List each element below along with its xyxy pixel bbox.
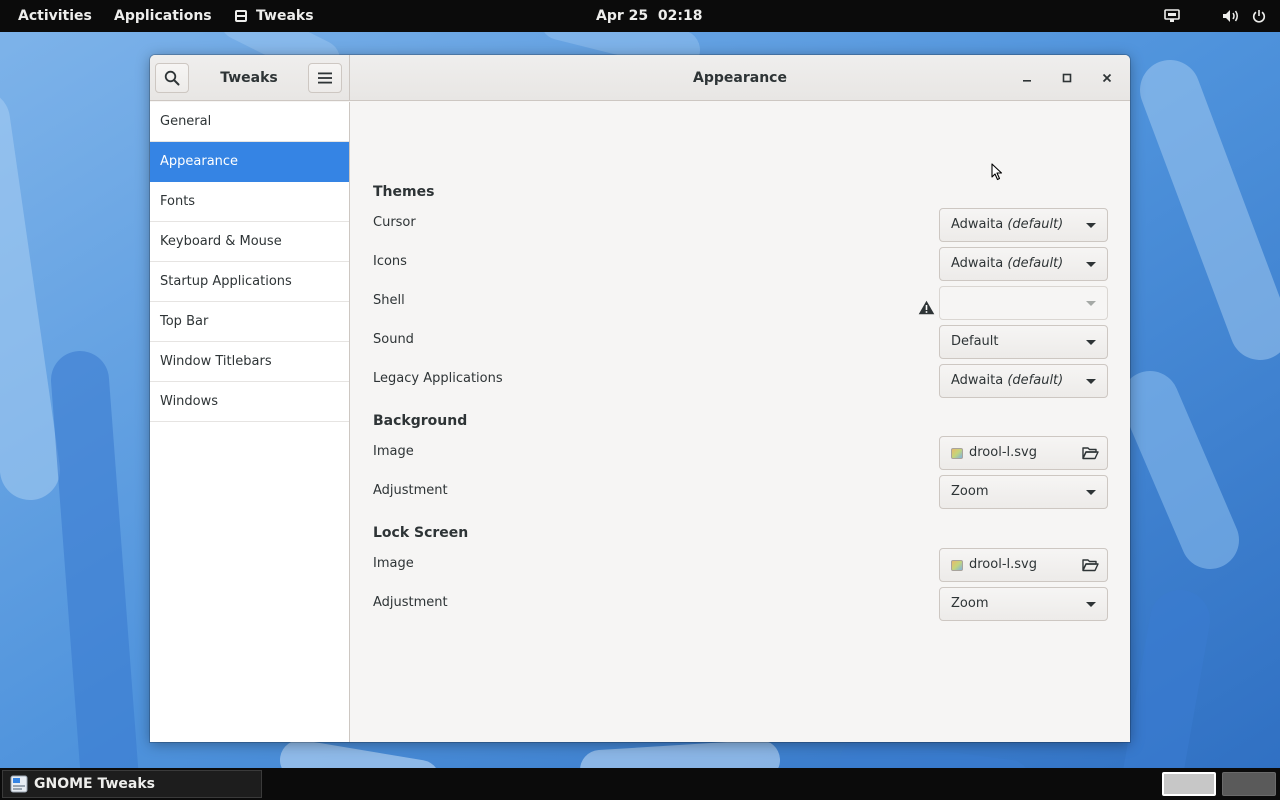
folder-open-icon bbox=[1082, 559, 1099, 572]
chevron-down-icon bbox=[1086, 223, 1096, 228]
sidebar-item-windows[interactable]: Windows bbox=[150, 382, 349, 422]
header-bar-sidebar-part: Tweaks bbox=[150, 55, 350, 101]
background-image-file-button[interactable]: drool-l.svg bbox=[939, 436, 1108, 470]
cursor-theme-value: Adwaita bbox=[951, 217, 1004, 232]
icons-theme-value: Adwaita bbox=[951, 256, 1004, 271]
sidebar-item-startup-applications[interactable]: Startup Applications bbox=[150, 262, 349, 302]
taskbar-window-button[interactable]: GNOME Tweaks bbox=[2, 770, 262, 798]
legacy-theme-value: Adwaita bbox=[951, 373, 1004, 388]
background-adjustment-label: Adjustment bbox=[373, 483, 448, 498]
clock[interactable]: Apr 25 02:18 bbox=[596, 0, 702, 32]
header-bar: Tweaks Appearance bbox=[150, 55, 1130, 101]
image-file-icon bbox=[951, 448, 963, 459]
sidebar-item-keyboard-mouse[interactable]: Keyboard & Mouse bbox=[150, 222, 349, 262]
main-menu-button[interactable] bbox=[308, 63, 342, 93]
sound-theme-dropdown[interactable]: Default bbox=[939, 325, 1108, 359]
lock-screen-adjustment-value: Zoom bbox=[951, 596, 989, 611]
chevron-down-icon bbox=[1086, 602, 1096, 607]
background-adjustment-dropdown[interactable]: Zoom bbox=[939, 475, 1108, 509]
chevron-down-icon bbox=[1086, 262, 1096, 267]
taskbar-window-label: GNOME Tweaks bbox=[34, 776, 156, 792]
shell-theme-dropdown[interactable] bbox=[939, 286, 1108, 320]
icons-label: Icons bbox=[373, 254, 407, 269]
icons-theme-dropdown[interactable]: Adwaita (default) bbox=[939, 247, 1108, 281]
app-menu-label: Tweaks bbox=[256, 8, 314, 24]
chevron-down-icon bbox=[1086, 379, 1096, 384]
applications-menu[interactable]: Applications bbox=[114, 0, 212, 32]
icons-theme-default-tag: (default) bbox=[1007, 256, 1064, 271]
sidebar-item-fonts[interactable]: Fonts bbox=[150, 182, 349, 222]
network-icon[interactable] bbox=[1164, 0, 1180, 32]
lock-screen-image-label: Image bbox=[373, 556, 414, 571]
sidebar-item-window-titlebars[interactable]: Window Titlebars bbox=[150, 342, 349, 382]
sidebar-item-top-bar[interactable]: Top Bar bbox=[150, 302, 349, 342]
background-image-filename: drool-l.svg bbox=[969, 445, 1037, 460]
top-bar: Activities Applications Tweaks Apr 25 02… bbox=[0, 0, 1280, 32]
cursor-theme-dropdown[interactable]: Adwaita (default) bbox=[939, 208, 1108, 242]
chevron-down-icon bbox=[1086, 340, 1096, 345]
warning-icon bbox=[918, 300, 935, 315]
lock-screen-image-filename: drool-l.svg bbox=[969, 557, 1037, 572]
cursor-label: Cursor bbox=[373, 215, 416, 230]
themes-section-title: Themes bbox=[373, 184, 435, 200]
power-icon[interactable] bbox=[1252, 0, 1266, 32]
lock-screen-adjustment-label: Adjustment bbox=[373, 595, 448, 610]
tweaks-window: Tweaks Appearance General Appearance Fon… bbox=[150, 55, 1130, 742]
sidebar-item-appearance[interactable]: Appearance bbox=[150, 142, 349, 182]
volume-icon[interactable] bbox=[1222, 0, 1240, 32]
minimize-button[interactable] bbox=[1015, 66, 1039, 90]
legacy-theme-default-tag: (default) bbox=[1007, 373, 1064, 388]
hamburger-icon bbox=[318, 72, 332, 84]
page-title: Appearance bbox=[693, 70, 787, 86]
legacy-theme-dropdown[interactable]: Adwaita (default) bbox=[939, 364, 1108, 398]
sound-label: Sound bbox=[373, 332, 414, 347]
folder-open-icon bbox=[1082, 447, 1099, 460]
minimize-icon bbox=[1023, 80, 1031, 82]
workspace-1-button[interactable] bbox=[1162, 772, 1216, 796]
app-title: Tweaks bbox=[220, 70, 278, 86]
close-button[interactable] bbox=[1095, 66, 1119, 90]
lock-screen-adjustment-dropdown[interactable]: Zoom bbox=[939, 587, 1108, 621]
lock-screen-section-title: Lock Screen bbox=[373, 525, 469, 541]
chevron-down-icon bbox=[1086, 301, 1096, 306]
sound-theme-value: Default bbox=[951, 334, 999, 349]
legacy-applications-label: Legacy Applications bbox=[373, 371, 503, 386]
workspace-2-button[interactable] bbox=[1222, 772, 1276, 796]
search-button[interactable] bbox=[155, 63, 189, 93]
chevron-down-icon bbox=[1086, 490, 1096, 495]
sidebar-item-general[interactable]: General bbox=[150, 102, 349, 142]
close-icon bbox=[1102, 73, 1112, 83]
system-tray bbox=[1164, 0, 1266, 32]
appearance-panel: Themes Cursor Adwaita (default) Icons Ad… bbox=[351, 102, 1130, 742]
background-adjustment-value: Zoom bbox=[951, 484, 989, 499]
maximize-icon bbox=[1062, 73, 1072, 83]
tweaks-window-icon bbox=[10, 775, 28, 793]
bottom-taskbar: GNOME Tweaks bbox=[0, 768, 1280, 800]
lock-screen-image-file-button[interactable]: drool-l.svg bbox=[939, 548, 1108, 582]
sidebar: General Appearance Fonts Keyboard & Mous… bbox=[150, 102, 350, 742]
shell-label: Shell bbox=[373, 293, 405, 308]
app-menu[interactable]: Tweaks bbox=[234, 0, 314, 32]
cursor-theme-default-tag: (default) bbox=[1007, 217, 1064, 232]
image-file-icon bbox=[951, 560, 963, 571]
mouse-pointer-icon bbox=[991, 163, 1003, 181]
maximize-button[interactable] bbox=[1055, 66, 1079, 90]
search-icon bbox=[164, 70, 180, 86]
background-image-label: Image bbox=[373, 444, 414, 459]
activities-button[interactable]: Activities bbox=[18, 0, 92, 32]
background-section-title: Background bbox=[373, 413, 468, 429]
tweaks-app-icon bbox=[235, 10, 247, 22]
